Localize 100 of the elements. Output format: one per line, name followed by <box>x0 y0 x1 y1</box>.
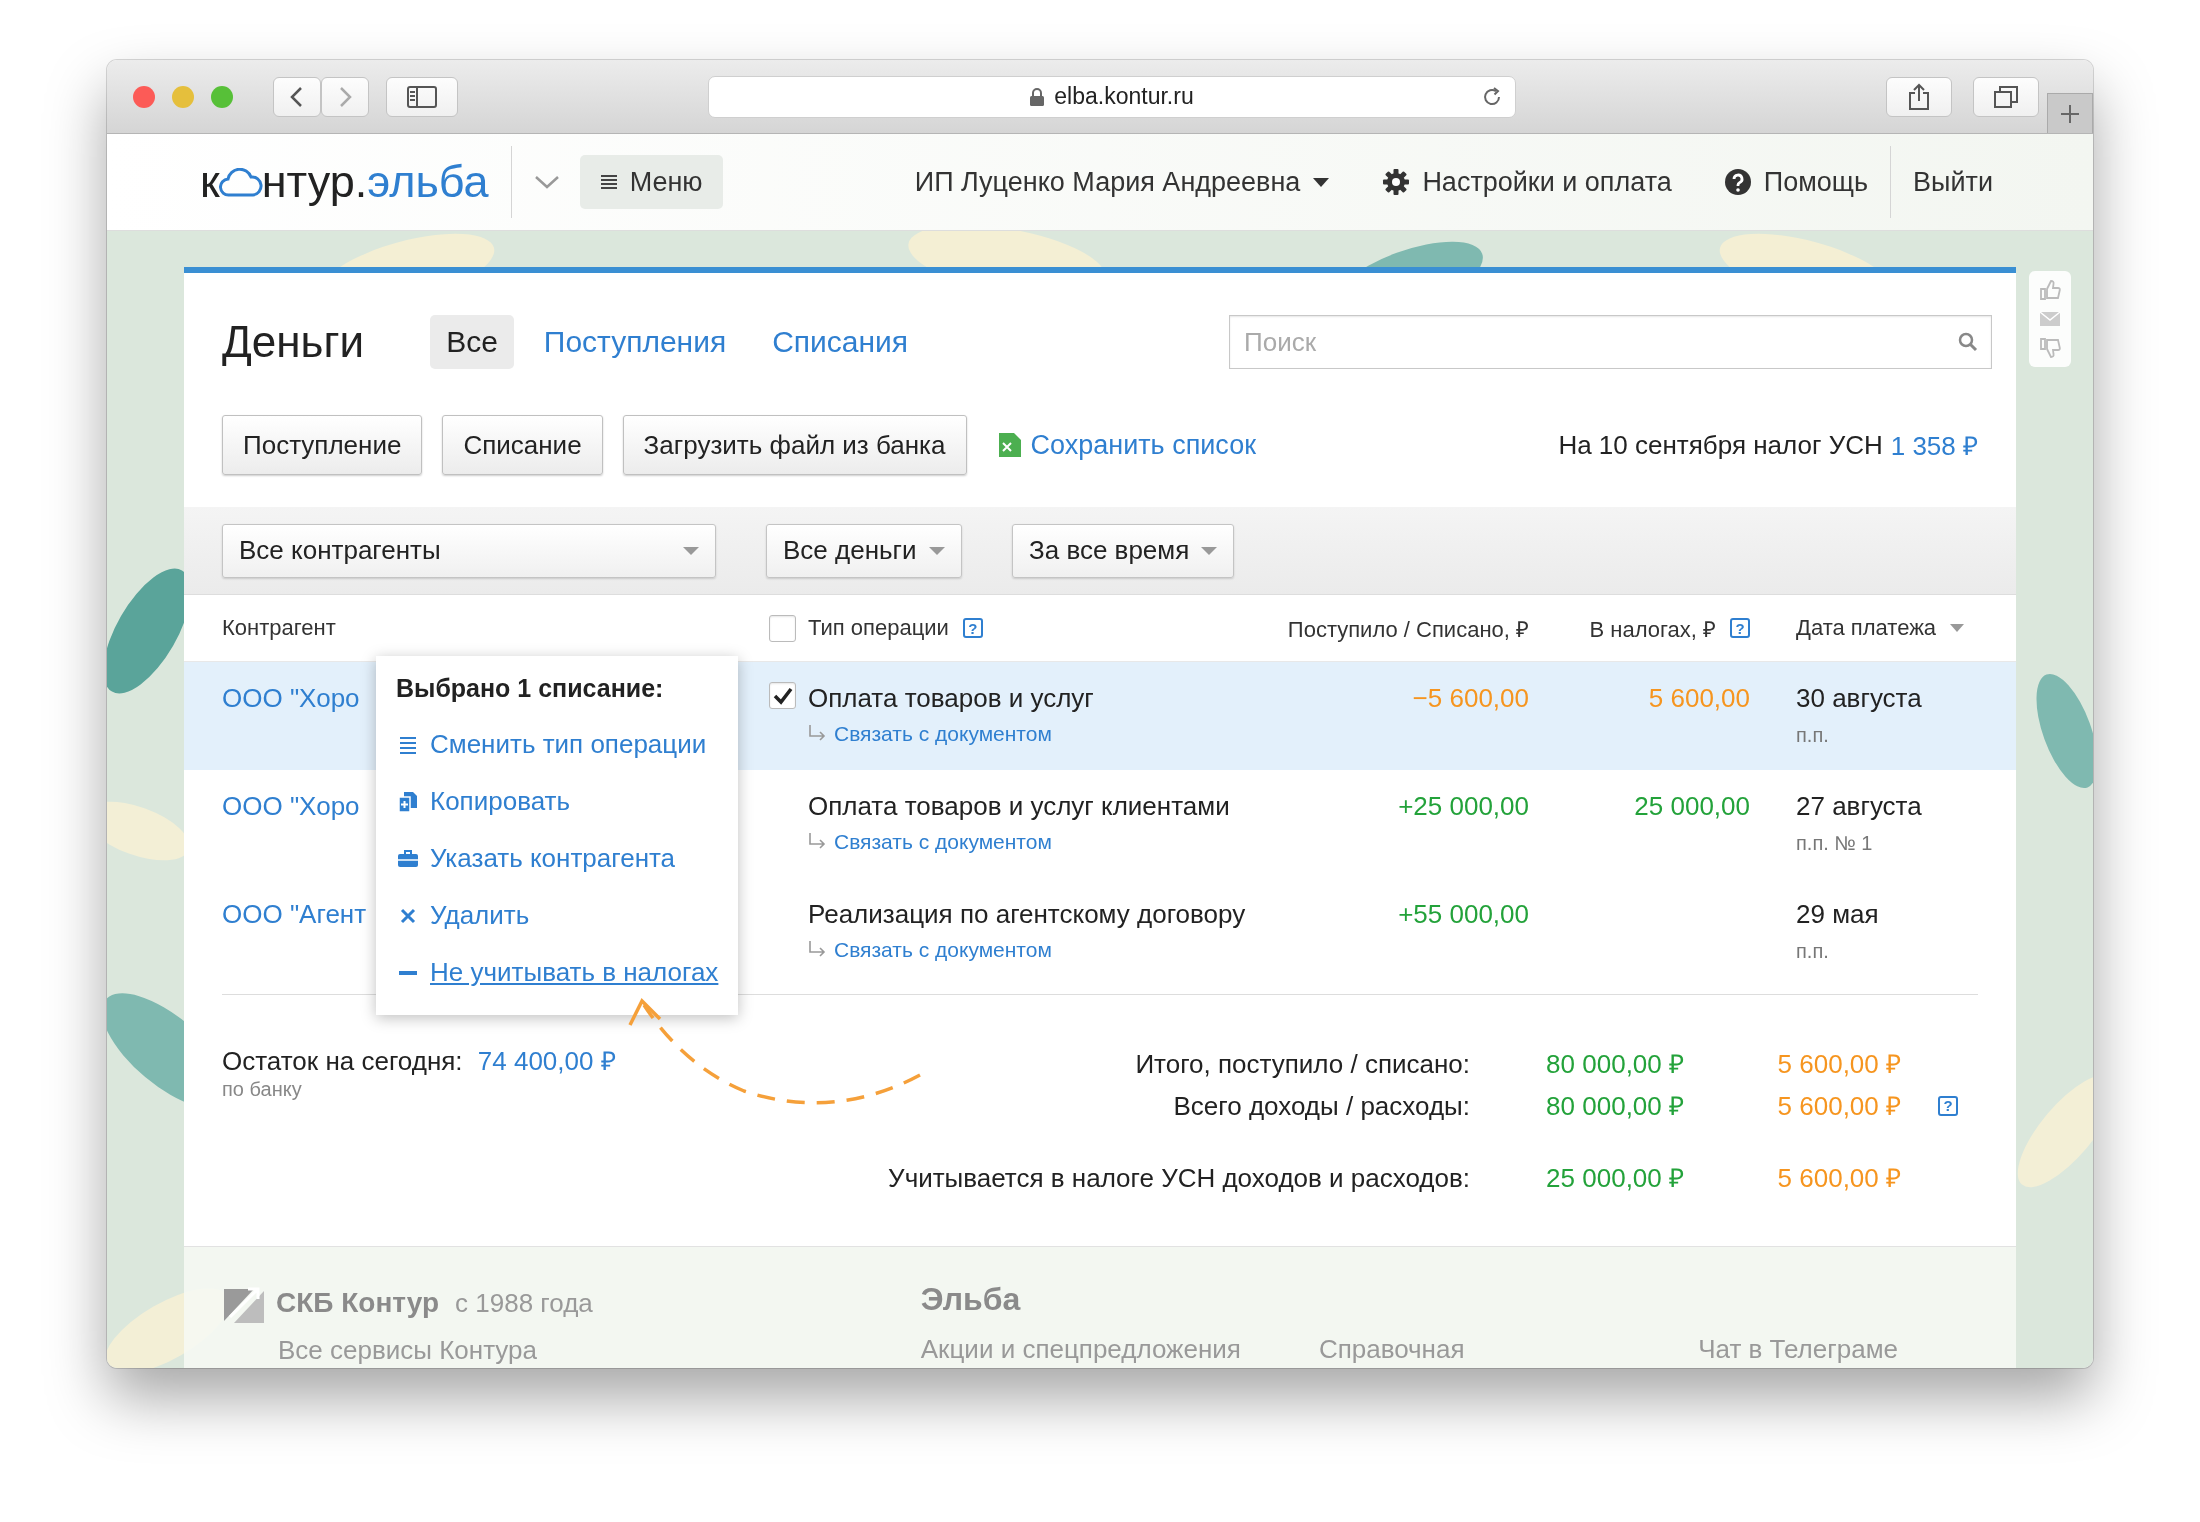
link-document-link[interactable]: Связать с документом <box>834 722 1052 746</box>
row-checkbox[interactable] <box>769 682 796 709</box>
chevron-right-icon <box>338 85 352 108</box>
help-icon[interactable]: ? <box>1938 1096 1958 1116</box>
copy-icon <box>398 791 418 812</box>
thumbs-up-icon[interactable] <box>2039 279 2061 301</box>
tax-note: На 10 сентября налог УСН <box>1558 429 1883 461</box>
document-number: п.п. <box>1796 940 1830 963</box>
sort-caret-icon[interactable] <box>1950 624 1965 632</box>
document-number: п.п. № 1 <box>1796 832 1874 855</box>
chevron-down-icon[interactable] <box>533 174 560 190</box>
caret-icon <box>929 545 945 556</box>
link-document-link[interactable]: Связать с документом <box>834 938 1052 962</box>
help-icon[interactable]: ? <box>1730 618 1750 638</box>
address-bar[interactable]: elba.kontur.ru <box>708 75 1516 118</box>
totals-label: Всего доходы / расходы: <box>1172 1090 1470 1123</box>
expense-total: 5 600,00 ₽ <box>1776 1048 1901 1081</box>
tax-amount-cell: 5 600,00 <box>1648 683 1750 713</box>
sidebar-button[interactable] <box>386 76 458 117</box>
tax-amount-link[interactable]: 1 358 ₽ <box>1890 427 1978 463</box>
column-header: Поступило / Списано, ₽ <box>1287 616 1529 643</box>
briefcase-icon <box>398 849 418 868</box>
popup-menu-item[interactable]: Удалить <box>376 887 738 944</box>
action-button[interactable]: Загрузить файл из банка <box>622 415 967 475</box>
filter-dropdown[interactable]: За все время <box>1012 523 1234 578</box>
spreadsheet-icon <box>998 433 1021 457</box>
mail-icon[interactable] <box>2039 311 2061 327</box>
tabs-icon <box>1993 84 2019 109</box>
product-name: Эльба <box>920 1281 1022 1318</box>
amount-cell-text: −5 600,00 <box>1411 682 1529 714</box>
amount-cell-text: +55 000,00 <box>1397 898 1529 930</box>
tabs-button[interactable] <box>1973 76 2039 117</box>
help-link[interactable]: Помощь <box>1723 166 1869 198</box>
logo-text: эльба <box>367 156 489 208</box>
logo-text: к <box>200 156 220 208</box>
back-button[interactable] <box>273 76 321 117</box>
action-button[interactable]: Списание <box>442 415 603 475</box>
action-button[interactable]: Поступление <box>222 415 423 475</box>
minus-icon <box>398 970 418 975</box>
filter-dropdown[interactable]: Все контрагенты <box>222 523 716 578</box>
sidebar-icon <box>407 85 437 108</box>
column-header[interactable]: Дата платежа <box>1796 615 1937 641</box>
new-tab-button[interactable] <box>2047 93 2093 133</box>
popup-menu-item[interactable]: Сменить тип операции <box>376 716 738 773</box>
logout-link[interactable]: Выйти <box>1913 166 1993 198</box>
income-total: 80 000,00 ₽ <box>1545 1048 1684 1081</box>
link-document-link[interactable]: Связать с документом <box>834 830 1052 854</box>
corner-arrow-icon <box>808 941 826 959</box>
totals-label: Итого, поступило / списано: <box>1134 1048 1470 1081</box>
operation-type: Оплата товаров и услуг клиентами <box>808 790 1231 822</box>
plus-icon <box>2059 102 2081 125</box>
cloud-icon <box>218 168 263 198</box>
payment-date: 30 августа <box>1796 682 1923 714</box>
document-number: п.п. <box>1796 724 1830 747</box>
chevron-left-icon <box>290 85 304 108</box>
lock-icon <box>1030 87 1045 106</box>
settings-icon <box>1382 168 1411 196</box>
share-button[interactable] <box>1886 76 1952 117</box>
filter-dropdown[interactable]: Все деньги <box>766 523 962 578</box>
corner-arrow-icon <box>808 833 826 851</box>
search-field[interactable]: Поиск <box>1229 315 1992 369</box>
logo-text: нтур. <box>261 156 368 208</box>
url-text: elba.kontur.ru <box>1054 83 1194 110</box>
tax-amount-cell: 25 000,00 <box>1634 791 1750 821</box>
tab[interactable]: Поступления <box>527 315 743 369</box>
thumbs-down-icon[interactable] <box>2039 337 2061 359</box>
footer-link[interactable]: Чат в Телеграме <box>1698 1334 1898 1365</box>
payment-date: 29 мая <box>1796 898 1880 930</box>
operation-type: Реализация по агентскому договору <box>808 898 1247 930</box>
caret-icon <box>683 545 699 556</box>
close-window-button[interactable] <box>133 85 155 108</box>
select-all-checkbox[interactable] <box>769 614 796 642</box>
expense-total: 5 600,00 ₽ <box>1776 1090 1901 1123</box>
reload-icon[interactable] <box>1481 85 1503 108</box>
page-title: Деньги <box>222 317 365 367</box>
income-total: 80 000,00 ₽ <box>1545 1090 1684 1123</box>
caret-icon <box>1201 545 1217 556</box>
footer-link[interactable]: Справочная <box>1318 1334 1465 1365</box>
income-total: 25 000,00 ₽ <box>1545 1162 1684 1195</box>
balance-amount[interactable]: 74 400,00 ₽ <box>477 1046 616 1076</box>
share-icon <box>1908 82 1930 111</box>
zoom-window-button[interactable] <box>211 85 233 108</box>
popup-menu-item[interactable]: Копировать <box>376 773 738 830</box>
footer-link[interactable]: Все сервисы Контура <box>278 1335 593 1366</box>
balance-label: Остаток на сегодня: <box>222 1046 463 1076</box>
tab[interactable]: Все <box>430 315 514 369</box>
close-icon <box>398 907 418 924</box>
help-icon[interactable]: ? <box>962 618 983 638</box>
settings-link[interactable]: Настройки и оплата <box>1382 166 1672 198</box>
caret-icon <box>1312 176 1331 188</box>
footer-link[interactable]: Акции и спецпредложения <box>920 1334 1241 1365</box>
balance-note: по банку <box>222 1079 303 1099</box>
save-list-link[interactable]: Сохранить список <box>1030 429 1256 461</box>
user-menu[interactable]: ИП Луценко Мария Андреевна <box>914 166 1331 198</box>
menu-button[interactable]: Меню <box>579 155 723 209</box>
payment-date: 27 августа <box>1796 790 1923 822</box>
search-icon[interactable] <box>1958 332 1978 352</box>
corner-arrow-icon <box>808 725 826 743</box>
help-icon <box>1723 168 1752 196</box>
tab[interactable]: Списания <box>756 315 925 369</box>
